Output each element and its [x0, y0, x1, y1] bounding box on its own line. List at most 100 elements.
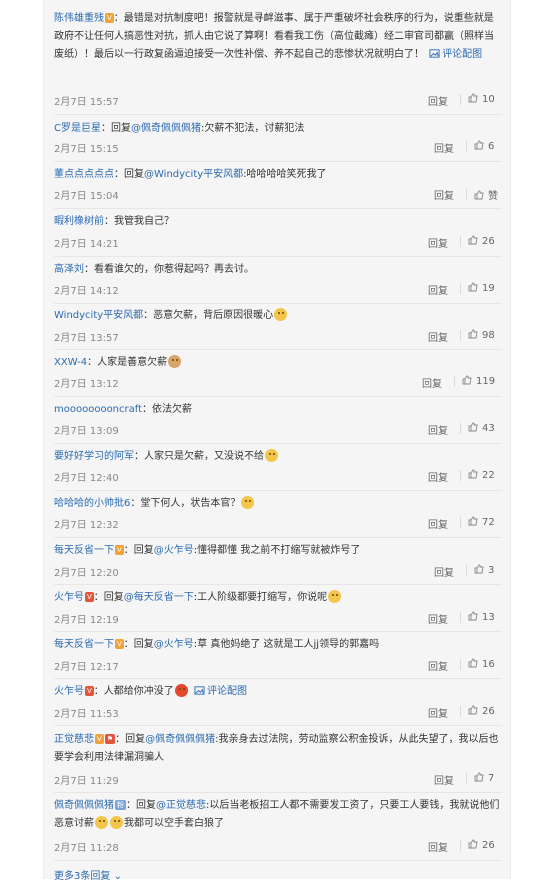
divider [54, 490, 502, 491]
comment-username[interactable]: 哈哈哈的小帅批6 [54, 498, 130, 509]
comment-username[interactable]: 要好好学习的阿军 [54, 451, 134, 462]
divider [54, 678, 502, 679]
reply-button[interactable]: 回复 [428, 839, 448, 854]
comment-image-link[interactable]: 评论配图 [442, 49, 482, 60]
like-count: 10 [482, 94, 495, 105]
reply-button[interactable]: 回复 [428, 235, 448, 250]
comment-time: 2月7日 11:28 [54, 843, 119, 854]
divider [54, 443, 502, 444]
comment-item: 陈伟雄重残 V ：最错是对抗制度吧！报警就是寻衅滋事、属于严重破坏社会秩序的行为，说… [54, 10, 502, 64]
comment-username[interactable]: 火乍号 [54, 592, 84, 603]
like-count: 43 [482, 423, 495, 434]
comment-meta: 2月7日 12:32 回复 72 [54, 516, 502, 531]
reply-button[interactable]: 回复 [428, 705, 448, 720]
more-replies-link[interactable]: 更多3条回复 ⌄ [54, 867, 122, 882]
mention-link[interactable]: @佩奇佩佩佩猪 [131, 123, 201, 134]
divider [460, 659, 461, 670]
comment-username[interactable]: Windycity平安风都 [54, 310, 143, 321]
comment-time: 2月7日 15:15 [54, 144, 119, 155]
comment-username[interactable]: 每天反省一下 [54, 639, 114, 650]
comment-username[interactable]: C罗是巨星 [54, 123, 101, 134]
reply-button[interactable]: 回复 [428, 282, 448, 297]
like-button[interactable]: 26 [468, 235, 495, 247]
like-count: 98 [482, 330, 495, 341]
comment-item: 哈哈哈的小帅批6：堂下何人，状告本官？ [54, 495, 502, 513]
comment-text: :欠薪不犯法，讨薪犯法 [200, 123, 305, 134]
comment-text: ：看看谁欠的，你惹得起吗？再去讨。 [84, 264, 254, 275]
divider [54, 114, 502, 115]
mention-link[interactable]: @佩奇佩佩佩猪 [145, 734, 215, 745]
comment-username[interactable]: 暇利橡树前 [54, 216, 104, 227]
comment-username[interactable]: 每天反省一下 [54, 545, 114, 556]
reply-button[interactable]: 回复 [422, 375, 442, 390]
divider [54, 256, 502, 257]
comment-username[interactable]: mooooooooncraft [54, 404, 142, 415]
comment-meta: 2月7日 14:21 回复 26 [54, 235, 502, 250]
like-button[interactable]: 43 [468, 422, 495, 434]
comment-meta: 2月7日 13:12 回复 119 [54, 375, 502, 390]
comment-image-link[interactable]: 评论配图 [207, 686, 247, 697]
reply-button[interactable]: 回复 [434, 140, 454, 155]
like-button[interactable]: 119 [462, 375, 495, 387]
like-button[interactable]: 98 [468, 329, 495, 341]
vip-badge: V [115, 639, 124, 649]
like-button[interactable]: 19 [468, 282, 495, 294]
thumbs-up-icon [468, 282, 478, 292]
thumbs-up-icon [468, 839, 478, 849]
mention-link[interactable]: @火乍号 [154, 545, 194, 556]
comment-username[interactable]: 高泽刘 [54, 264, 84, 275]
comment-item: XXW-4：人家是善意欠薪 [54, 354, 502, 372]
like-button[interactable]: 22 [468, 469, 495, 481]
reply-button[interactable]: 回复 [428, 611, 448, 626]
like-button[interactable]: 26 [468, 839, 495, 851]
reply-button[interactable]: 回复 [428, 93, 448, 108]
comment-time: 2月7日 12:19 [54, 615, 119, 626]
vip-badge: V [85, 592, 94, 602]
mention-link[interactable]: @Windycity平安风都 [144, 169, 243, 180]
like-count: 赞 [488, 191, 498, 202]
like-button[interactable]: 72 [468, 516, 495, 528]
thumbs-up-icon [462, 375, 472, 385]
mention-link[interactable]: @火乍号 [154, 639, 194, 650]
reply-button[interactable]: 回复 [428, 469, 448, 484]
mention-link[interactable]: @每天反省一下 [124, 592, 194, 603]
like-button[interactable]: 10 [468, 93, 495, 105]
like-button[interactable]: 3 [474, 564, 494, 576]
thumbs-up-icon [468, 93, 478, 103]
like-count: 22 [482, 470, 495, 481]
comment-text: ：恶意欠薪，背后原因很暖心 [143, 310, 274, 321]
comment-username[interactable]: 正觉慈悲 [54, 734, 94, 745]
image-icon [194, 686, 205, 695]
divider [466, 565, 467, 576]
like-button[interactable]: 赞 [474, 187, 498, 202]
like-button[interactable]: 7 [474, 772, 494, 784]
comment-username[interactable]: XXW-4 [54, 357, 87, 368]
divider [54, 303, 502, 304]
emoji-icon [174, 684, 188, 697]
reply-button[interactable]: 回复 [428, 658, 448, 673]
comment-meta: 2月7日 15:04 回复 赞 [54, 187, 502, 202]
comment-item: 每天反省一下 V ：回复@火乍号:草 真他妈绝了 这就是工人jj领导的郭嘉吗 [54, 636, 502, 654]
like-button[interactable]: 16 [468, 658, 495, 670]
reply-button[interactable]: 回复 [434, 564, 454, 579]
reply-button[interactable]: 回复 [428, 516, 448, 531]
comment-username[interactable]: 董点点点点点 [54, 169, 114, 180]
reply-button[interactable]: 回复 [434, 772, 454, 787]
comment-username[interactable]: 火乍号 [54, 686, 84, 697]
thumbs-up-icon [468, 611, 478, 621]
comment-item: Windycity平安风都：恶意欠薪，背后原因很暖心 [54, 307, 502, 325]
like-button[interactable]: 26 [468, 705, 495, 717]
mention-link[interactable]: @正觉慈悲 [156, 800, 206, 811]
reply-button[interactable]: 回复 [434, 187, 454, 202]
comment-username[interactable]: 陈伟雄重残 [54, 13, 104, 24]
like-button[interactable]: 6 [474, 140, 494, 152]
reply-button[interactable]: 回复 [428, 329, 448, 344]
cat-emoji-icon [168, 355, 182, 368]
divider [460, 330, 461, 341]
reply-button[interactable]: 回复 [428, 422, 448, 437]
comment-username[interactable]: 佩奇佩佩佩猪 [54, 800, 114, 811]
comment-time: 2月7日 14:12 [54, 286, 119, 297]
reply-prefix: ：回复 [100, 123, 131, 134]
divider [454, 376, 455, 387]
like-button[interactable]: 13 [468, 611, 495, 623]
